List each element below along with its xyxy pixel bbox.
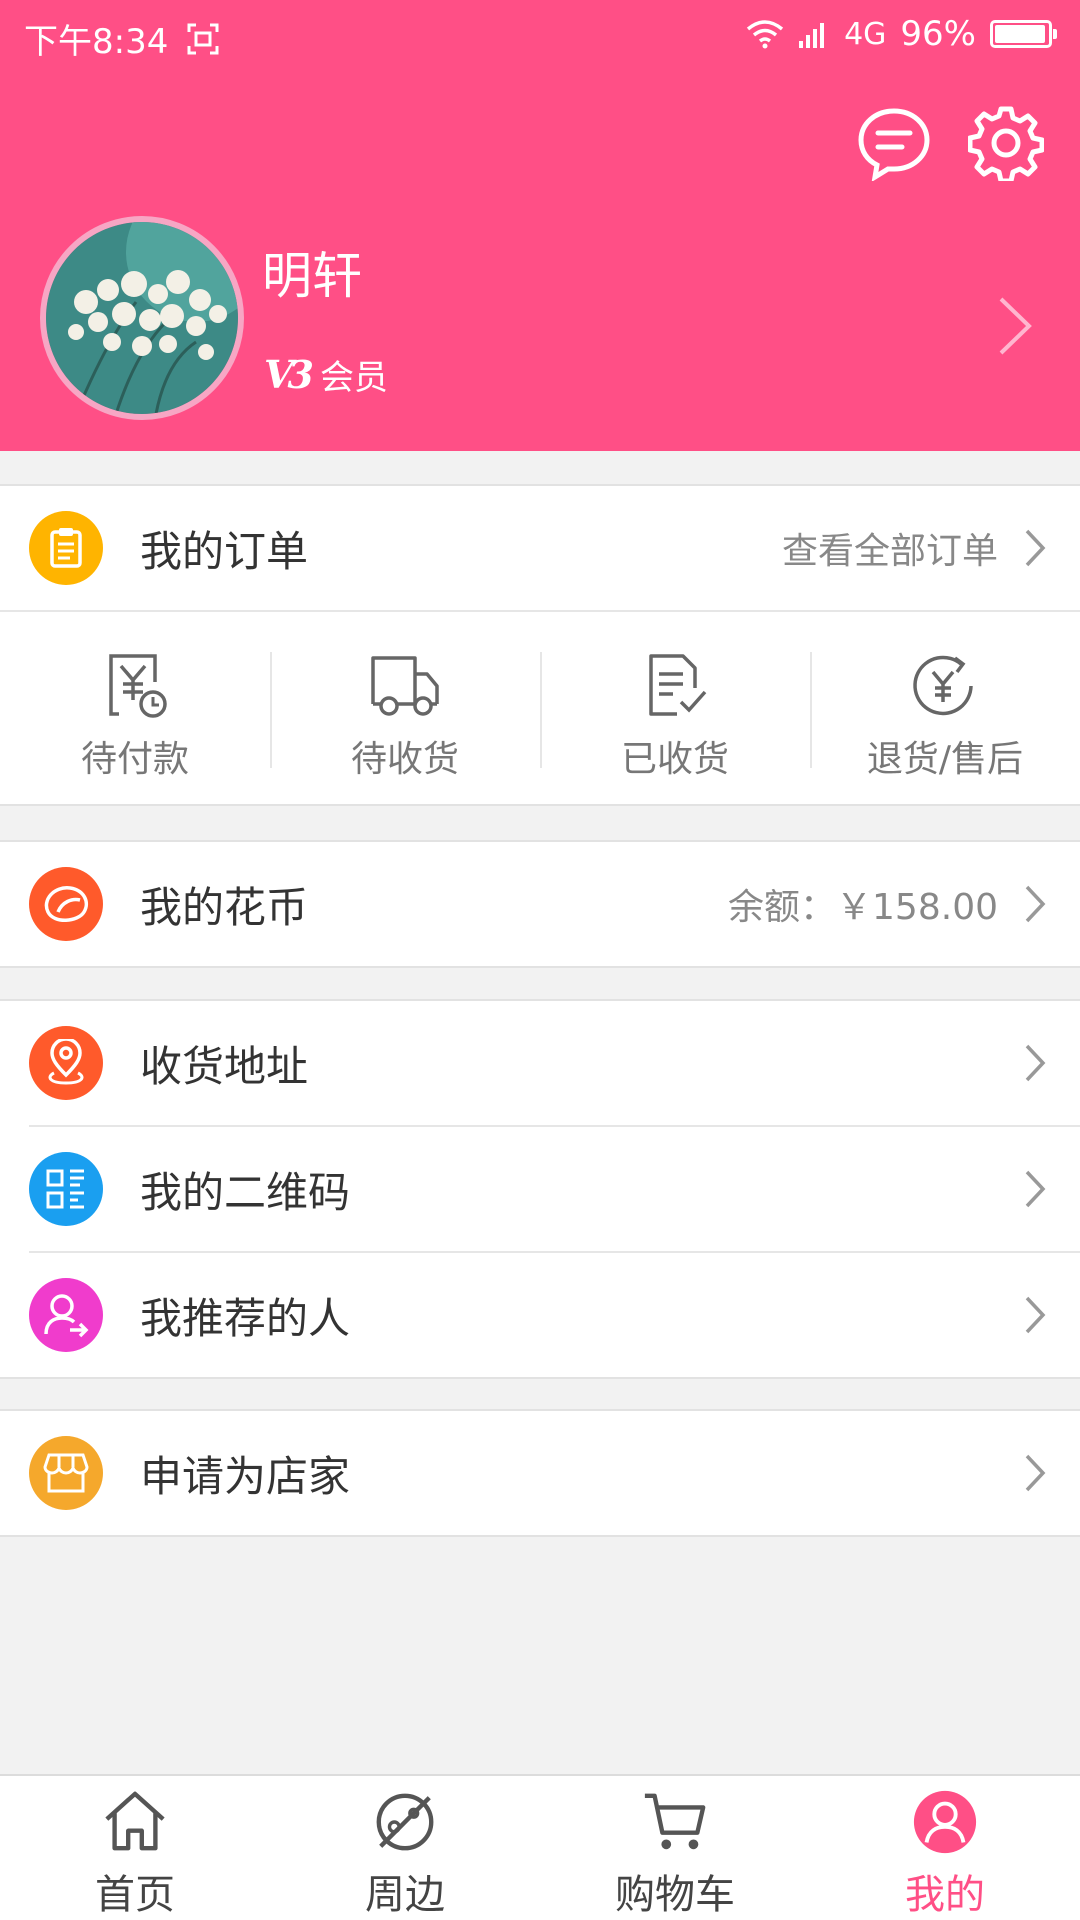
- profile-name: 明轩: [262, 247, 362, 305]
- settings-menu-card: 收货地址 我的二维码 我推荐的人: [0, 999, 1080, 1379]
- cart-icon: [644, 1793, 706, 1850]
- nearby-planet-icon: [376, 1793, 434, 1851]
- status-label: 退货/售后: [866, 739, 1024, 780]
- coins-card: 我的花币 余额：￥158.00: [0, 840, 1080, 968]
- orders-card: 我的订单 查看全部订单 待付款 待收货 已收货 退货/售后: [0, 484, 1080, 806]
- refund-icon: [913, 655, 973, 716]
- status-received[interactable]: 已收货: [540, 612, 810, 804]
- network-type: 4G: [844, 16, 887, 52]
- menu-item-apply-shop[interactable]: 申请为店家: [0, 1411, 1080, 1535]
- menu-item-referrals[interactable]: 我推荐的人: [0, 1253, 1080, 1377]
- store-icon: [29, 1436, 103, 1510]
- chevron-right-icon: [1025, 529, 1046, 567]
- signal-icon: [799, 23, 825, 48]
- orders-title: 我的订单: [140, 526, 309, 576]
- coins-row[interactable]: 我的花币 余额：￥158.00: [0, 842, 1080, 966]
- menu-item-label: 我的二维码: [140, 1167, 351, 1217]
- avatar[interactable]: [40, 216, 244, 420]
- home-icon: [105, 1791, 165, 1851]
- profile-icon: [913, 1790, 977, 1854]
- tab-nearby[interactable]: 周边: [270, 1776, 540, 1920]
- status-label: 待收货: [350, 739, 459, 780]
- coins-balance: 余额：￥158.00: [728, 887, 998, 928]
- delivery-truck-icon: [371, 656, 439, 716]
- profile-chevron-icon[interactable]: [995, 295, 1035, 357]
- profile-header: 下午8:34 4G 96% 明轩 V3 会员: [0, 0, 1080, 451]
- status-pending-payment[interactable]: 待付款: [0, 612, 270, 804]
- chevron-right-icon: [1025, 1044, 1046, 1082]
- tab-label: 周边: [365, 1872, 445, 1918]
- menu-item-qrcode[interactable]: 我的二维码: [0, 1127, 1080, 1251]
- status-label: 待付款: [80, 739, 189, 780]
- message-icon[interactable]: [856, 105, 932, 183]
- menu-item-label: 收货地址: [140, 1041, 309, 1091]
- wifi-icon: [746, 20, 784, 49]
- chevron-right-icon: [1025, 1454, 1046, 1492]
- received-document-icon: [649, 654, 707, 716]
- tab-cart[interactable]: 购物车: [540, 1776, 810, 1920]
- menu-item-label: 申请为店家: [140, 1451, 351, 1501]
- status-label: 已收货: [620, 739, 729, 780]
- member-level: V3 会员: [264, 350, 388, 399]
- referral-user-icon: [29, 1278, 103, 1352]
- status-refund[interactable]: 退货/售后: [810, 612, 1080, 804]
- status-bar: 下午8:34 4G 96%: [0, 0, 1080, 70]
- tab-profile[interactable]: 我的: [810, 1776, 1080, 1920]
- order-status-grid: 待付款 待收货 已收货 退货/售后: [0, 610, 1080, 804]
- chevron-right-icon: [1025, 885, 1046, 923]
- battery-percent: 96%: [900, 14, 976, 54]
- payment-pending-icon: [109, 654, 167, 718]
- member-label: 会员: [319, 358, 388, 398]
- settings-gear-icon[interactable]: [967, 105, 1045, 184]
- menu-item-address[interactable]: 收货地址: [0, 1001, 1080, 1125]
- battery-icon: [990, 20, 1057, 48]
- orders-clipboard-icon: [29, 511, 103, 585]
- status-pending-receipt[interactable]: 待收货: [270, 612, 540, 804]
- bottom-tab-bar: 首页 周边 购物车 我的: [0, 1774, 1080, 1920]
- chevron-right-icon: [1025, 1296, 1046, 1334]
- coins-bean-icon: [29, 867, 103, 941]
- vip-level-icon: V3: [264, 352, 314, 397]
- coins-title: 我的花币: [140, 882, 309, 932]
- tab-label: 首页: [95, 1872, 175, 1918]
- menu-item-label: 我推荐的人: [140, 1293, 351, 1343]
- location-icon: [29, 1026, 103, 1100]
- qrcode-icon: [29, 1152, 103, 1226]
- status-time: 下午8:34: [24, 22, 169, 62]
- tab-label: 购物车: [615, 1872, 735, 1918]
- screenshot-icon: [187, 23, 219, 54]
- battery-level: [995, 25, 1045, 43]
- orders-row[interactable]: 我的订单 查看全部订单: [0, 486, 1080, 610]
- tab-label: 我的: [905, 1872, 985, 1918]
- chevron-right-icon: [1025, 1170, 1046, 1208]
- view-all-orders-link[interactable]: 查看全部订单: [782, 522, 998, 574]
- tab-home[interactable]: 首页: [0, 1776, 270, 1920]
- apply-shop-card: 申请为店家: [0, 1409, 1080, 1537]
